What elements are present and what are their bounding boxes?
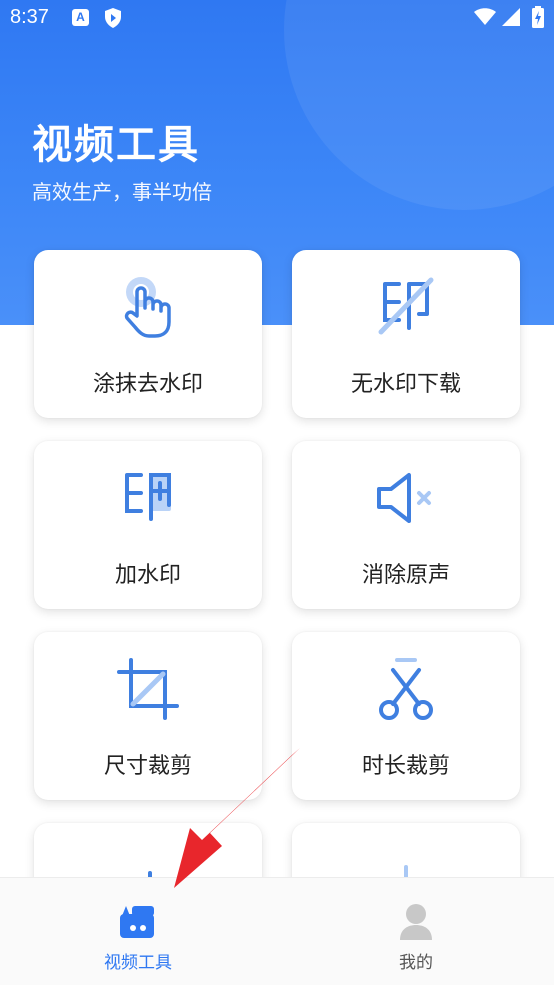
tab-label: 我的 [399,953,433,973]
tool-label: 涂抹去水印 [92,372,203,397]
tool-card-smear-remove-watermark[interactable]: 涂抹去水印 [34,250,262,418]
tool-card-download-no-watermark[interactable]: 无水印下载 [292,250,520,418]
page-subtitle: 高效生产，事半功倍 [32,180,212,204]
tool-label: 无水印下载 [350,372,461,397]
tool-label: 加水印 [114,563,181,588]
scissors-icon [379,658,433,720]
video-tool-icon [120,906,154,938]
notification-app-icon: A [72,9,89,26]
status-time: 8:37 [10,6,49,28]
watermark-off-icon [378,277,434,335]
tool-card-duration-trim[interactable]: 时长裁剪 [292,632,520,800]
tap-finger-icon [124,277,171,338]
mute-icon [377,473,431,523]
tab-label: 视频工具 [104,953,172,973]
tool-card-remove-audio[interactable]: 消除原声 [292,441,520,609]
tab-video-tools[interactable]: 视频工具 [38,878,238,985]
tool-card-add-watermark[interactable]: 加水印 [34,441,262,609]
crop-icon [117,658,179,720]
page-title: 视频工具 [32,122,200,168]
tool-label: 时长裁剪 [361,754,450,779]
user-icon [400,904,432,940]
tool-label: 消除原声 [361,563,450,588]
watermark-add-icon [125,473,171,521]
tool-label: 尺寸裁剪 [103,754,192,779]
signal-icon [502,8,520,26]
tab-mine[interactable]: 我的 [316,878,516,985]
tool-card-size-crop[interactable]: 尺寸裁剪 [34,632,262,800]
wifi-icon [474,8,496,25]
bottom-nav: 视频工具 我的 [0,877,554,985]
battery-charging-icon [532,6,544,28]
status-bar: 8:37 A [0,0,554,38]
shield-play-icon [105,8,121,28]
